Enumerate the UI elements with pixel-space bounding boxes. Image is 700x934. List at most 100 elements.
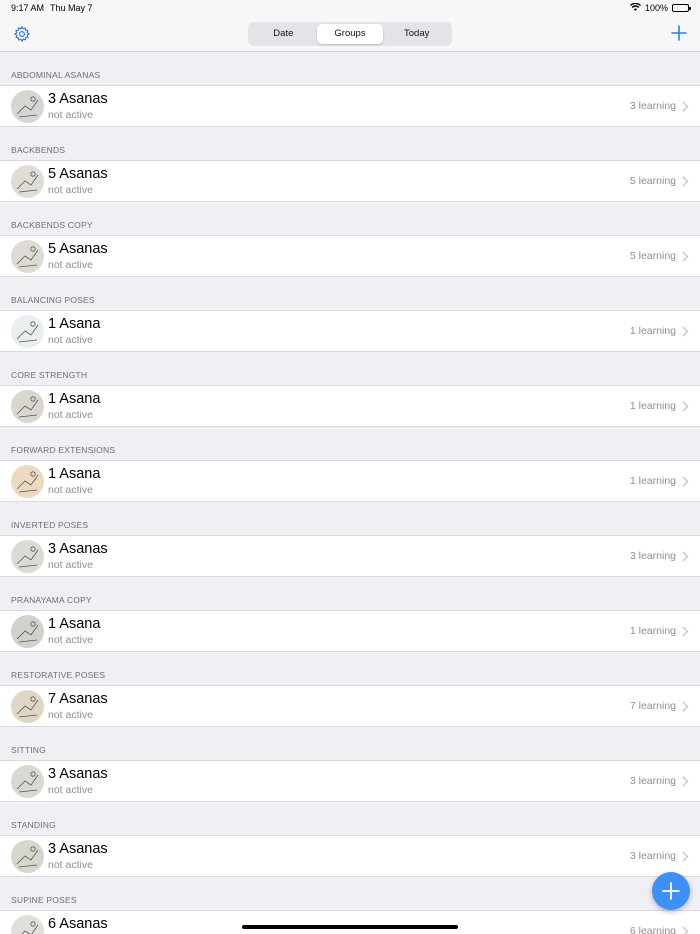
group-status: not active bbox=[48, 709, 93, 721]
group-title: 5 Asanas bbox=[48, 241, 108, 257]
status-right: 100% bbox=[629, 2, 691, 13]
learning-count: 3 learning bbox=[629, 550, 676, 562]
chevron-right-icon bbox=[682, 776, 689, 787]
floating-add-button[interactable] bbox=[652, 872, 690, 910]
asana-thumbnail bbox=[11, 915, 44, 934]
asana-thumbnail bbox=[11, 240, 44, 273]
section-header: PRANAYAMA COPY bbox=[11, 595, 92, 605]
section-header: CORE STRENGTH bbox=[11, 370, 88, 380]
chevron-right-icon bbox=[682, 251, 689, 262]
learning-count: 1 learning bbox=[629, 475, 676, 487]
group-status: not active bbox=[48, 484, 93, 496]
asana-thumbnail bbox=[11, 540, 44, 573]
group-status: not active bbox=[48, 859, 93, 871]
chevron-right-icon bbox=[682, 701, 689, 712]
learning-count: 1 learning bbox=[629, 625, 676, 637]
asana-thumbnail bbox=[11, 90, 44, 123]
section-header: STANDING bbox=[11, 820, 56, 830]
learning-count: 7 learning bbox=[629, 700, 676, 712]
battery-icon bbox=[672, 4, 691, 12]
section-header: BACKBENDS COPY bbox=[11, 220, 93, 230]
group-row[interactable]: 5 Asanas not active 5 learning bbox=[0, 235, 700, 277]
section-header: SUPINE POSES bbox=[11, 895, 77, 905]
status-time: 9:17 AM bbox=[11, 3, 45, 13]
chevron-right-icon bbox=[682, 851, 689, 862]
tab-groups[interactable]: Groups bbox=[316, 24, 384, 44]
learning-count: 6 learning bbox=[629, 925, 676, 934]
group-status: not active bbox=[48, 784, 93, 796]
group-row[interactable]: 1 Asana not active 1 learning bbox=[0, 310, 700, 352]
section-header: RESTORATIVE POSES bbox=[11, 670, 106, 680]
learning-count: 5 learning bbox=[629, 250, 676, 262]
group-row[interactable]: 3 Asanas not active 3 learning bbox=[0, 85, 700, 127]
group-title: 1 Asana bbox=[48, 466, 101, 482]
section-header: SITTING bbox=[11, 745, 46, 755]
group-title: 3 Asanas bbox=[48, 766, 108, 782]
battery-percent: 100% bbox=[644, 3, 668, 13]
group-status: not active bbox=[48, 109, 93, 121]
asana-thumbnail bbox=[11, 315, 44, 348]
group-title: 3 Asanas bbox=[48, 91, 108, 107]
nav-bar: Date Groups Today bbox=[0, 17, 700, 52]
asana-thumbnail bbox=[11, 165, 44, 198]
learning-count: 3 learning bbox=[629, 775, 676, 787]
settings-gear-icon[interactable] bbox=[13, 25, 31, 43]
chevron-right-icon bbox=[682, 176, 689, 187]
section-header: INVERTED POSES bbox=[11, 520, 89, 530]
learning-count: 3 learning bbox=[629, 100, 676, 112]
group-title: 3 Asanas bbox=[48, 841, 108, 857]
tab-date[interactable]: Date bbox=[250, 24, 317, 44]
asana-thumbnail bbox=[11, 465, 44, 498]
chevron-right-icon bbox=[682, 551, 689, 562]
group-row[interactable]: 5 Asanas not active 5 learning bbox=[0, 160, 700, 202]
group-title: 1 Asana bbox=[48, 316, 101, 332]
group-title: 5 Asanas bbox=[48, 166, 108, 182]
group-status: not active bbox=[48, 634, 93, 646]
chevron-right-icon bbox=[682, 926, 689, 934]
group-row[interactable]: 1 Asana not active 1 learning bbox=[0, 460, 700, 502]
plus-icon bbox=[662, 882, 680, 900]
home-indicator bbox=[242, 925, 458, 929]
chevron-right-icon bbox=[682, 401, 689, 412]
tab-today[interactable]: Today bbox=[383, 24, 450, 44]
group-row[interactable]: 7 Asanas not active 7 learning bbox=[0, 685, 700, 727]
learning-count: 5 learning bbox=[629, 175, 676, 187]
group-row[interactable]: 3 Asanas not active 3 learning bbox=[0, 535, 700, 577]
group-status: not active bbox=[48, 259, 93, 271]
view-segmented-control: Date Groups Today bbox=[248, 22, 452, 46]
section-header: FORWARD EXTENSIONS bbox=[11, 445, 116, 455]
learning-count: 3 learning bbox=[629, 850, 676, 862]
section-header: ABDOMINAL ASANAS bbox=[11, 70, 101, 80]
status-date: Thu May 7 bbox=[50, 3, 93, 13]
chevron-right-icon bbox=[682, 101, 689, 112]
group-title: 1 Asana bbox=[48, 616, 101, 632]
group-row[interactable]: 3 Asanas not active 3 learning bbox=[0, 760, 700, 802]
group-status: not active bbox=[48, 559, 93, 571]
asana-thumbnail bbox=[11, 840, 44, 873]
group-status: not active bbox=[48, 334, 93, 346]
chevron-right-icon bbox=[682, 326, 689, 337]
groups-list: ABDOMINAL ASANAS 3 Asanas not active 3 lear… bbox=[0, 52, 700, 934]
group-title: 6 Asanas bbox=[48, 916, 108, 932]
group-status: not active bbox=[48, 184, 93, 196]
asana-thumbnail bbox=[11, 690, 44, 723]
group-row[interactable]: 6 Asanasnot active6 learning bbox=[0, 910, 700, 934]
group-row[interactable]: 1 Asana not active 1 learning bbox=[0, 385, 700, 427]
group-row[interactable]: 3 Asanas not active 3 learning bbox=[0, 835, 700, 877]
asana-thumbnail bbox=[11, 390, 44, 423]
chevron-right-icon bbox=[682, 626, 689, 637]
learning-count: 1 learning bbox=[629, 400, 676, 412]
learning-count: 1 learning bbox=[629, 325, 676, 337]
group-status: not active bbox=[48, 409, 93, 421]
wifi-icon bbox=[629, 2, 641, 13]
group-title: 3 Asanas bbox=[48, 541, 108, 557]
add-plus-icon[interactable] bbox=[671, 25, 687, 41]
chevron-right-icon bbox=[682, 476, 689, 487]
section-header: BALANCING POSES bbox=[11, 295, 95, 305]
section-header: BACKBENDS bbox=[11, 145, 66, 155]
group-title: 7 Asanas bbox=[48, 691, 108, 707]
status-bar: 9:17 AM Thu May 7 100% bbox=[0, 0, 700, 17]
group-title: 1 Asana bbox=[48, 391, 101, 407]
group-row[interactable]: 1 Asana not active 1 learning bbox=[0, 610, 700, 652]
asana-thumbnail bbox=[11, 765, 44, 798]
